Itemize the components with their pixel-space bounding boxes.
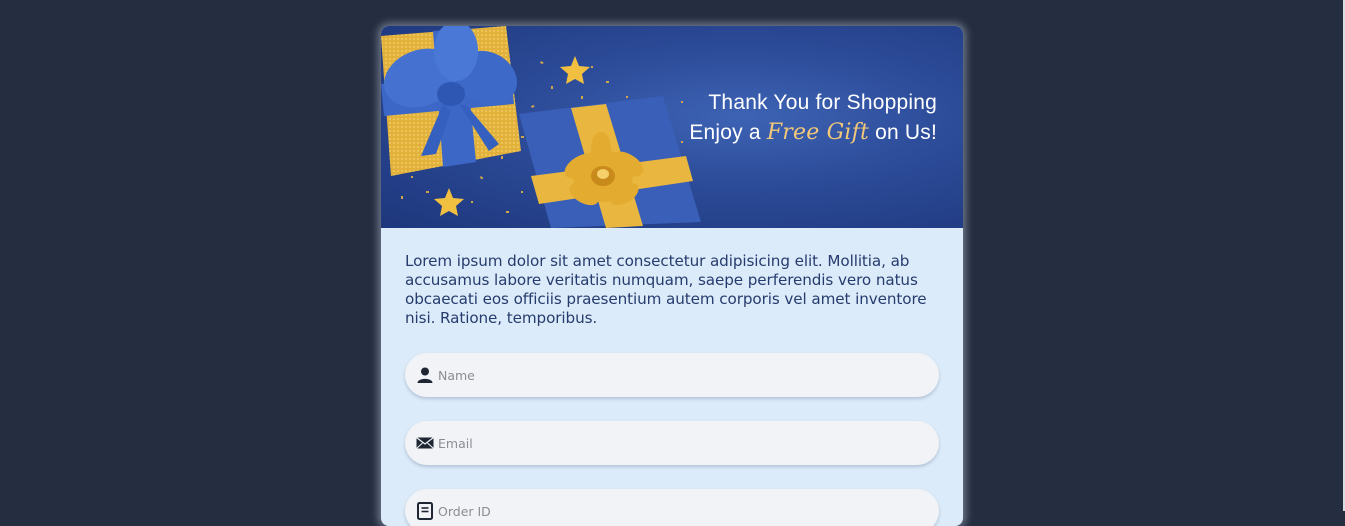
receipt-icon (417, 502, 433, 520)
form-section: Lorem ipsum dolor sit amet consectetur a… (381, 228, 963, 526)
order-id-input[interactable] (438, 489, 918, 526)
banner-free-gift: Free Gift (766, 120, 870, 145)
name-input[interactable] (438, 353, 918, 397)
envelope-icon (416, 437, 434, 449)
banner-headline: Thank You for Shopping Enjoy a Free Gift… (689, 88, 937, 148)
banner-line-2-post: on Us! (875, 121, 937, 144)
banner-line-2-pre: Enjoy a (689, 121, 761, 144)
email-field[interactable] (405, 421, 939, 465)
banner: Thank You for Shopping Enjoy a Free Gift… (381, 26, 963, 228)
email-input[interactable] (438, 421, 918, 465)
gift-card-panel: Thank You for Shopping Enjoy a Free Gift… (381, 26, 963, 526)
banner-line-1: Thank You for Shopping (708, 91, 937, 114)
order-id-field[interactable] (405, 489, 939, 526)
banner-line-2: Enjoy a Free Gift on Us! (689, 118, 937, 148)
name-field[interactable] (405, 353, 939, 397)
intro-text: Lorem ipsum dolor sit amet consectetur a… (405, 252, 927, 327)
user-icon (417, 367, 433, 383)
